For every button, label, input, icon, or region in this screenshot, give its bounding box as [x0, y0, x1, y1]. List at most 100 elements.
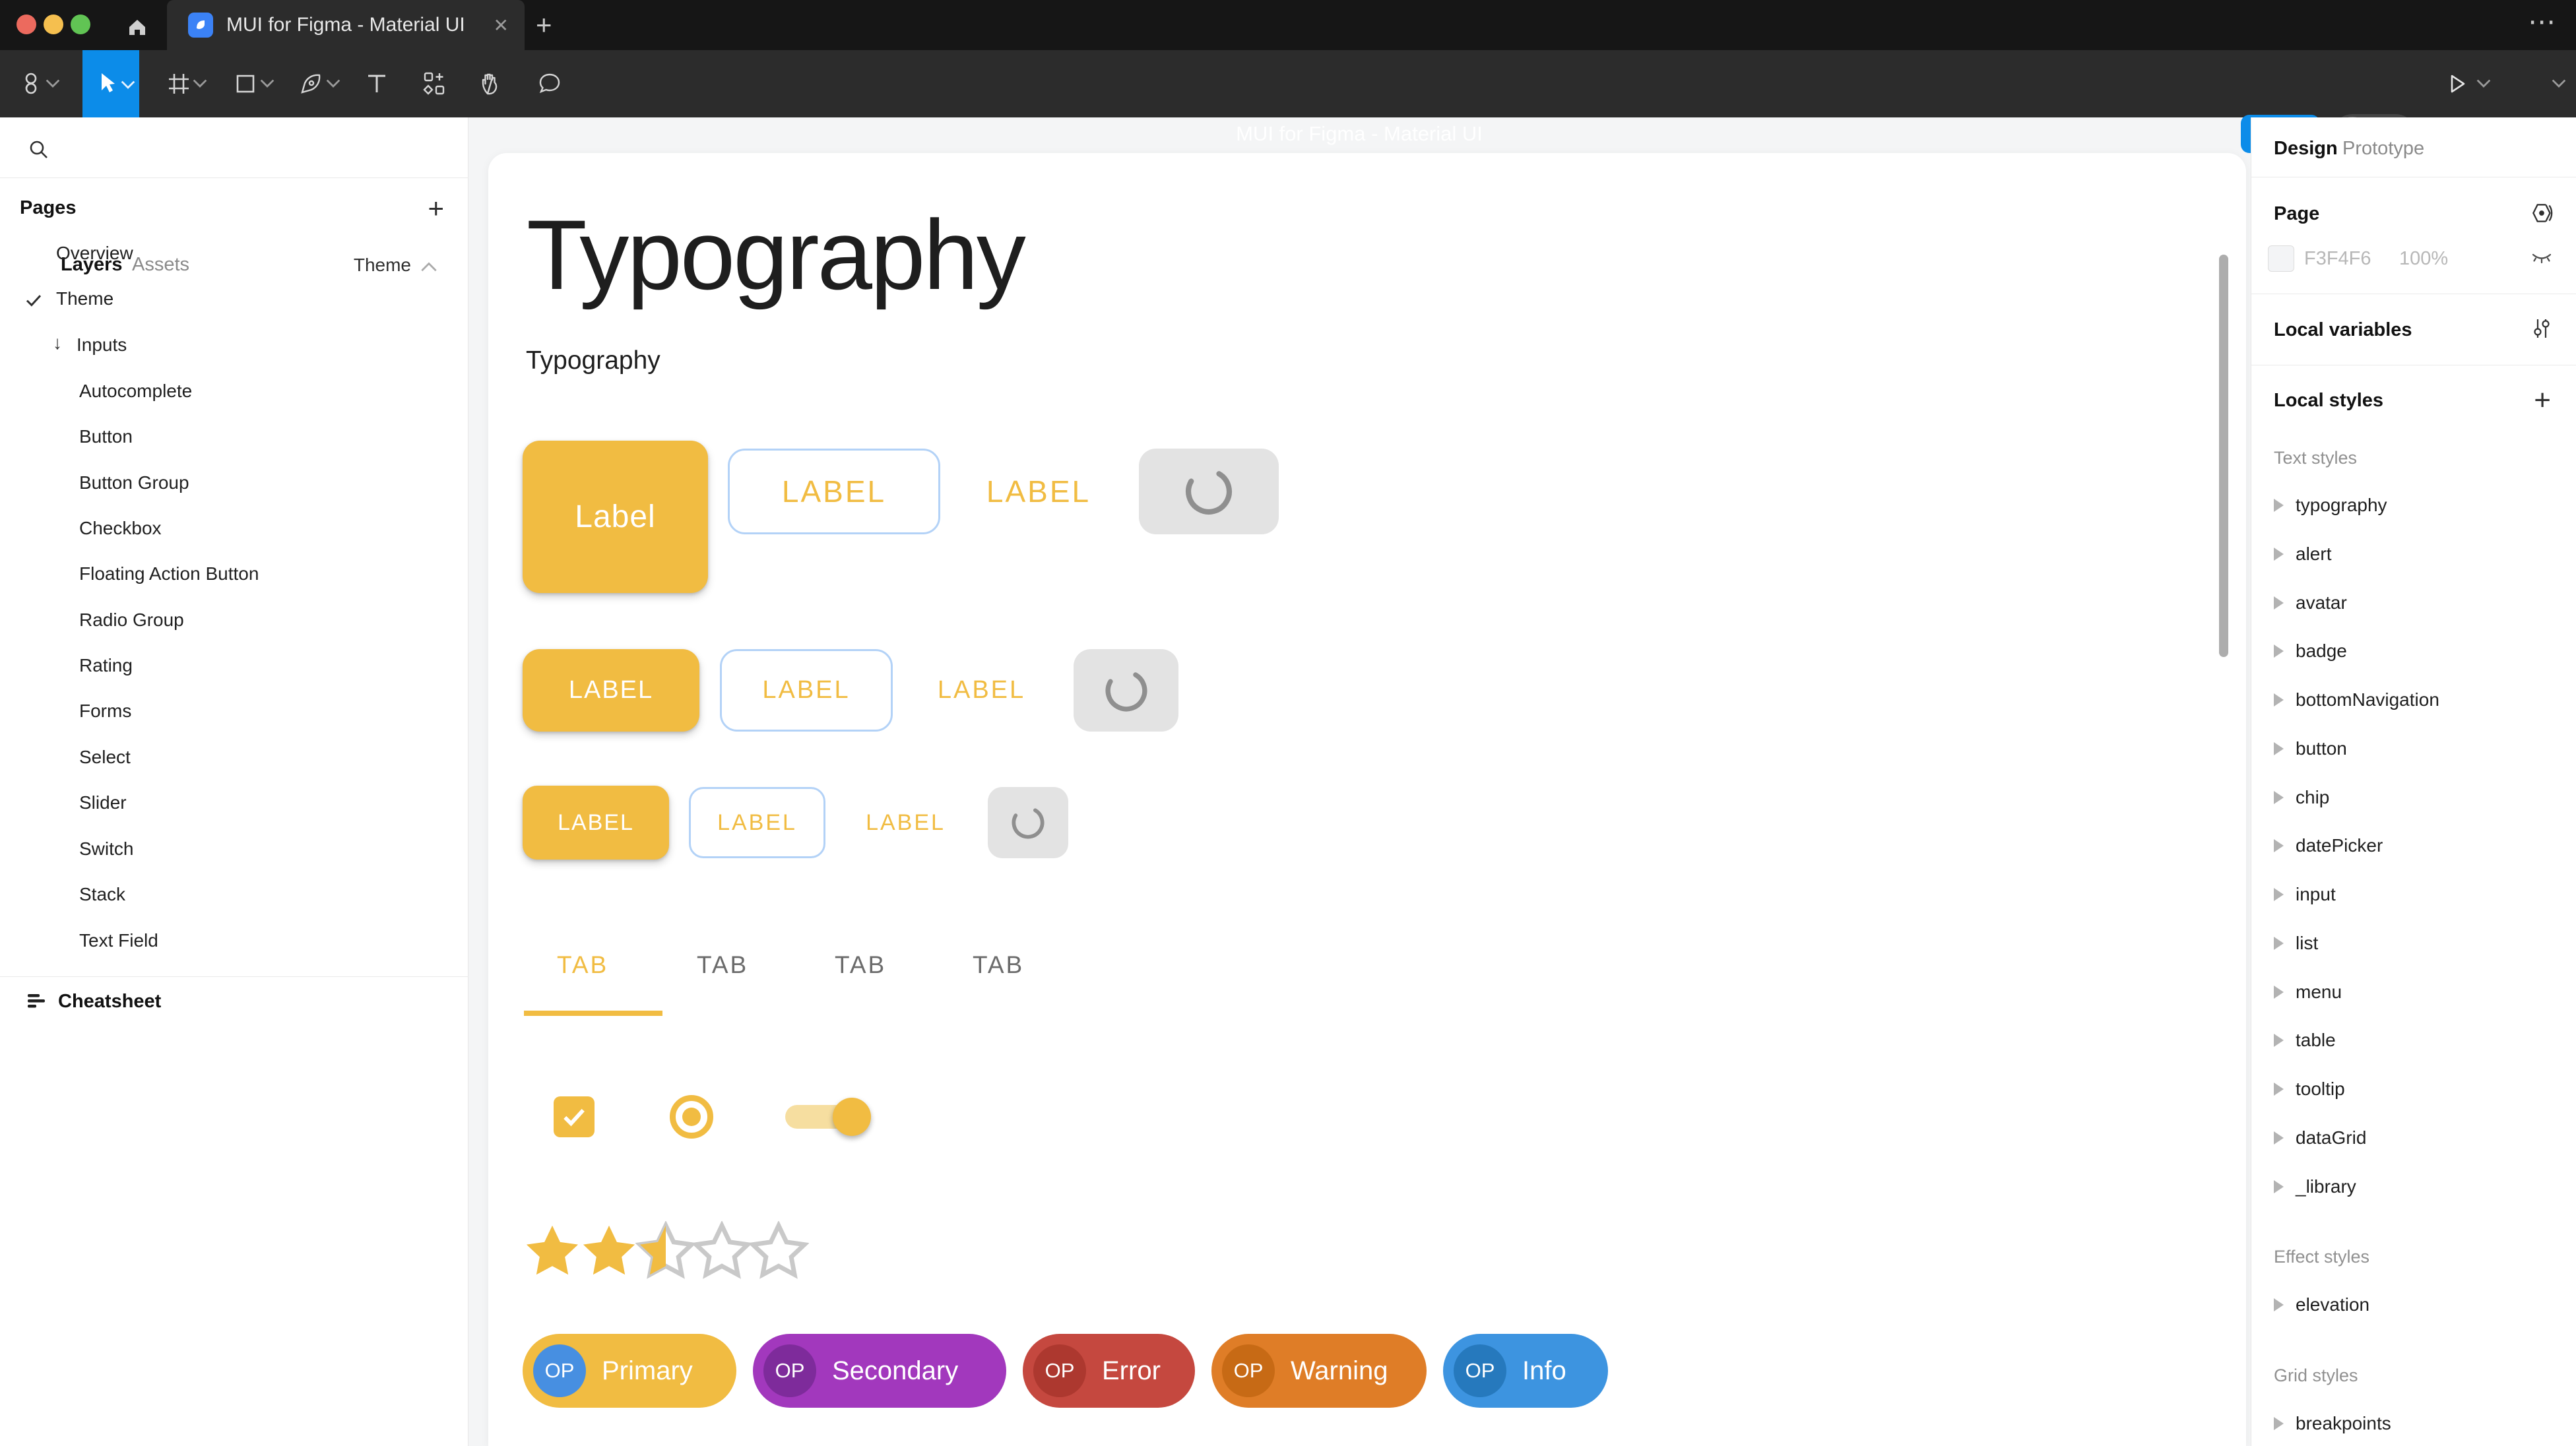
expand-triangle-icon[interactable]	[2274, 1083, 2284, 1096]
expand-triangle-icon[interactable]	[2274, 1034, 2284, 1047]
main-menu-chevron-icon[interactable]	[45, 50, 61, 117]
expand-triangle-icon[interactable]	[2274, 1180, 2284, 1193]
tab-assets[interactable]: Assets	[132, 254, 189, 276]
present-chevron-icon[interactable]	[2476, 50, 2492, 117]
expand-triangle-icon[interactable]	[2274, 1417, 2284, 1430]
sidebar-page-stack[interactable]: Stack	[79, 884, 125, 905]
style-row-list[interactable]: list	[2296, 933, 2318, 954]
chip-error[interactable]: OP Error	[1023, 1334, 1195, 1408]
canvas-heading[interactable]: Typography	[527, 202, 1024, 307]
chip-warning[interactable]: OP Warning	[1211, 1334, 1427, 1408]
style-row-badge[interactable]: badge	[2296, 641, 2347, 662]
sidebar-page-forms[interactable]: Forms	[79, 701, 131, 722]
new-tab-button[interactable]: +	[536, 9, 552, 41]
star-empty-icon[interactable]	[748, 1221, 809, 1282]
outlined-button-medium[interactable]: LABEL	[720, 649, 893, 732]
style-row-table[interactable]: table	[2296, 1030, 2336, 1051]
sidebar-page-rating[interactable]: Rating	[79, 655, 133, 676]
text-button-medium[interactable]: LABEL	[934, 649, 1029, 732]
checkbox-checked[interactable]	[554, 1096, 595, 1137]
home-icon[interactable]	[124, 13, 150, 40]
sidebar-page-switch[interactable]: Switch	[79, 838, 133, 860]
sidebar-page-overview[interactable]: Overview	[56, 243, 133, 264]
window-close-button[interactable]	[16, 15, 36, 34]
sidebar-page-inputs[interactable]: Inputs	[77, 334, 127, 356]
loading-button-large[interactable]	[1139, 449, 1279, 534]
tab-design[interactable]: Design	[2274, 138, 2338, 160]
expand-triangle-icon[interactable]	[2274, 596, 2284, 610]
sidebar-page-button[interactable]: Button	[79, 426, 133, 447]
shape-tool-chevron-icon[interactable]	[260, 50, 274, 117]
style-row-alert[interactable]: alert	[2296, 544, 2331, 565]
expand-triangle-icon[interactable]	[2274, 888, 2284, 901]
expand-triangle-icon[interactable]	[2274, 693, 2284, 707]
canvas-frame[interactable]: Typography Typography Label LABEL LABEL …	[488, 153, 2246, 1446]
expand-triangle-icon[interactable]	[2274, 937, 2284, 950]
window-menu-icon[interactable]: ⋯	[2528, 5, 2558, 38]
chip-primary[interactable]: OP Primary	[523, 1334, 736, 1408]
sidebar-page-select[interactable]: Select	[79, 747, 131, 768]
star-half-icon[interactable]	[635, 1221, 696, 1282]
style-row-input[interactable]: input	[2296, 884, 2336, 905]
canvas-scrollbar[interactable]	[2219, 255, 2228, 657]
sidebar-page-theme[interactable]: Theme	[56, 288, 113, 309]
pen-tool-chevron-icon[interactable]	[326, 50, 340, 117]
loading-button-small[interactable]	[988, 787, 1068, 858]
text-button-small[interactable]: LABEL	[861, 787, 950, 858]
expand-triangle-icon[interactable]	[2274, 839, 2284, 852]
frame-tool-icon[interactable]	[164, 50, 194, 117]
window-minimize-button[interactable]	[44, 15, 63, 34]
document-tab[interactable]: MUI for Figma - Material UI ✕	[167, 0, 525, 50]
expand-triangle-icon[interactable]	[2274, 1131, 2284, 1145]
canvas-subheading[interactable]: Typography	[526, 346, 660, 376]
expand-triangle-icon[interactable]	[2274, 791, 2284, 804]
style-row-avatar[interactable]: avatar	[2296, 592, 2347, 613]
style-row-typography[interactable]: typography	[2296, 495, 2387, 516]
tab-item-2[interactable]: TAB	[697, 951, 748, 979]
style-row-chip[interactable]: chip	[2296, 787, 2329, 808]
style-row-breakpoints[interactable]: breakpoints	[2296, 1413, 2391, 1434]
outlined-button-large[interactable]: LABEL	[728, 449, 940, 534]
radio-button-selected[interactable]	[670, 1095, 713, 1139]
tab-close-icon[interactable]: ✕	[494, 15, 509, 36]
tab-item-4[interactable]: TAB	[973, 951, 1024, 979]
main-menu-figma-icon[interactable]	[15, 50, 48, 117]
sidebar-page-checkbox[interactable]: Checkbox	[79, 518, 162, 539]
expand-triangle-icon[interactable]	[2274, 548, 2284, 561]
contained-button-large[interactable]: Label	[523, 441, 708, 593]
add-page-button[interactable]: +	[428, 193, 444, 224]
style-row-menu[interactable]: menu	[2296, 982, 2342, 1003]
resources-tool-icon[interactable]	[418, 50, 450, 117]
sidebar-page-text-field[interactable]: Text Field	[79, 930, 158, 951]
style-row-bottomNavigation[interactable]: bottomNavigation	[2296, 689, 2439, 710]
star-filled-icon[interactable]	[522, 1221, 583, 1282]
expand-triangle-icon[interactable]	[2274, 986, 2284, 999]
star-filled-icon[interactable]	[579, 1221, 639, 1282]
tab-prototype[interactable]: Prototype	[2342, 138, 2424, 160]
variables-sliders-icon[interactable]	[2528, 315, 2555, 342]
visibility-off-eye-icon[interactable]	[2528, 244, 2555, 270]
style-row-library[interactable]: _library	[2296, 1176, 2356, 1197]
page-fill-swatch[interactable]	[2268, 245, 2294, 272]
style-row-tooltip[interactable]: tooltip	[2296, 1079, 2345, 1100]
contained-button-small[interactable]: LABEL	[523, 786, 669, 860]
style-row-datePicker[interactable]: datePicker	[2296, 835, 2383, 856]
style-row-dataGrid[interactable]: dataGrid	[2296, 1127, 2366, 1148]
switch-thumb[interactable]	[833, 1098, 871, 1136]
star-empty-icon[interactable]	[692, 1221, 752, 1282]
sidebar-page-floating-action-button[interactable]: Floating Action Button	[79, 563, 259, 584]
styles-icon[interactable]	[2528, 199, 2556, 227]
sidebar-item-cheatsheet[interactable]: Cheatsheet	[58, 991, 161, 1013]
chip-secondary[interactable]: OP Secondary	[753, 1334, 1006, 1408]
sidebar-page-radio-group[interactable]: Radio Group	[79, 610, 184, 631]
page-selector-label[interactable]: Theme	[354, 255, 411, 276]
tab-item-3[interactable]: TAB	[835, 951, 886, 979]
text-tool-icon[interactable]	[362, 50, 392, 117]
move-tool-selected[interactable]	[82, 50, 139, 117]
pen-tool-icon[interactable]	[296, 50, 326, 117]
sidebar-page-slider[interactable]: Slider	[79, 792, 127, 813]
loading-button-medium[interactable]	[1074, 649, 1178, 732]
window-zoom-button[interactable]	[71, 15, 90, 34]
shape-tool-icon[interactable]	[231, 50, 260, 117]
style-row-button[interactable]: button	[2296, 738, 2347, 759]
